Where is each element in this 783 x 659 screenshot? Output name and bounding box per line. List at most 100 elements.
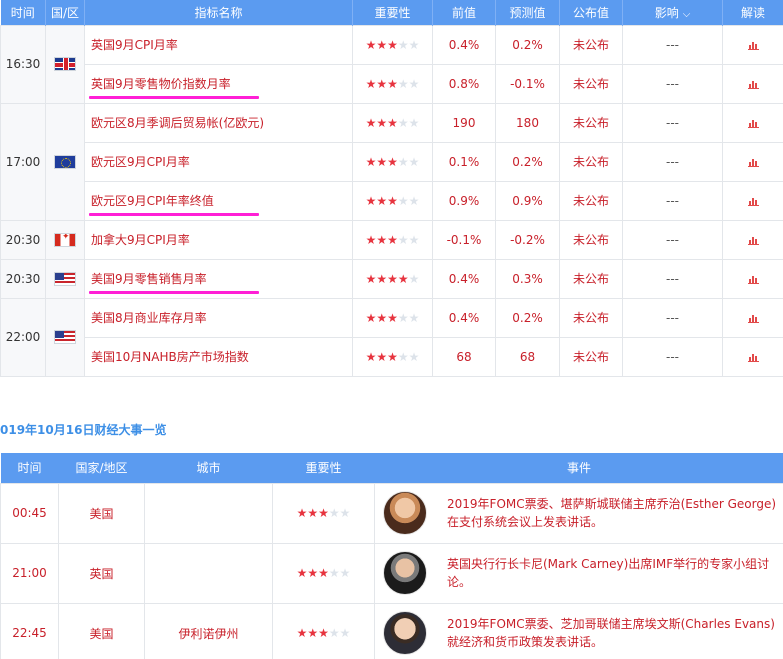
previous-value: 190 [432, 102, 496, 143]
previous-value: 0.9% [432, 180, 496, 221]
bar-chart-icon[interactable] [747, 274, 759, 284]
event-text[interactable]: 英国央行行长卡尼(Mark Carney)出席IMF举行的专家小组讨论。 [447, 555, 783, 591]
forecast-value: 0.2% [495, 24, 560, 65]
header-forecast: 预测值 [495, 0, 560, 25]
indicator-name[interactable]: 英国9月零售物价指数月率 [91, 77, 231, 91]
event-text[interactable]: 2019年FOMC票委、堪萨斯城联储主席乔治(Esther George)在支付… [447, 495, 783, 531]
star-empty-icon: ★ [408, 193, 420, 208]
star-filled-icon: ★ [376, 310, 388, 325]
indicator-name-cell[interactable]: 欧元区9月CPI年率终值 [84, 180, 353, 221]
indicator-name-cell[interactable]: 英国9月零售物价指数月率 [84, 63, 353, 104]
indicator-row: 欧元区9月CPI年率终值 ★★★★★ 0.9% 0.9% 未公布 --- [1, 180, 783, 221]
star-empty-icon: ★ [397, 349, 409, 364]
star-filled-icon: ★ [387, 310, 398, 325]
indicator-name-cell[interactable]: 加拿大9月CPI月率 [84, 219, 353, 260]
event-time: 21:00 [0, 542, 59, 604]
analysis-cell [722, 219, 783, 260]
indicator-name[interactable]: 美国10月NAHB房产市场指数 [91, 350, 249, 364]
event-importance: ★★★★★ [272, 602, 375, 659]
actual-value: 未公布 [559, 258, 623, 299]
indicator-row: 英国9月零售物价指数月率 ★★★★★ 0.8% -0.1% 未公布 --- [1, 63, 783, 104]
star-empty-icon: ★ [408, 310, 420, 325]
indicator-row: 美国10月NAHB房产市场指数 ★★★★★ 68 68 未公布 --- [1, 336, 783, 377]
region-flag-cell [45, 258, 85, 299]
previous-value: -0.1% [432, 219, 496, 260]
bar-chart-icon[interactable] [747, 235, 759, 245]
indicator-name-cell[interactable]: 美国9月零售销售月率 [84, 258, 353, 299]
header-indicator-name: 指标名称 [84, 0, 353, 25]
star-filled-icon: ★ [307, 566, 319, 580]
star-empty-icon: ★ [397, 76, 409, 91]
event-country: 美国 [58, 482, 145, 544]
star-filled-icon: ★ [318, 626, 329, 640]
indicator-name-cell[interactable]: 美国10月NAHB房产市场指数 [84, 336, 353, 377]
star-filled-icon: ★ [318, 506, 329, 520]
star-filled-icon: ★ [296, 566, 308, 580]
star-empty-icon: ★ [328, 566, 340, 580]
star-filled-icon: ★ [387, 115, 398, 130]
importance-cell: ★★★★★ [352, 141, 433, 182]
star-filled-icon: ★ [387, 193, 398, 208]
indicator-name[interactable]: 美国8月商业库存月率 [91, 311, 207, 325]
star-filled-icon: ★ [376, 115, 388, 130]
star-filled-icon: ★ [387, 37, 398, 52]
bar-chart-icon[interactable] [747, 196, 759, 206]
importance-stars: ★★★★★ [366, 311, 420, 325]
previous-value: 0.4% [432, 24, 496, 65]
bar-chart-icon[interactable] [747, 118, 759, 128]
bar-chart-icon[interactable] [747, 40, 759, 50]
indicator-name[interactable]: 欧元区9月CPI月率 [91, 155, 190, 169]
forecast-value: -0.1% [495, 63, 560, 104]
importance-cell: ★★★★★ [352, 63, 433, 104]
star-filled-icon: ★ [376, 154, 388, 169]
star-filled-icon: ★ [387, 349, 398, 364]
forecast-value: 0.3% [495, 258, 560, 299]
star-filled-icon: ★ [365, 193, 377, 208]
bar-chart-icon[interactable] [747, 313, 759, 323]
importance-stars: ★★★★★ [366, 350, 420, 364]
calendar-header-row: 时间 国/区 指标名称 重要性 前值 预测值 公布值 影响 ⌵ 解读 [0, 0, 783, 25]
release-time: 20:30 [0, 258, 46, 299]
indicator-name-cell[interactable]: 欧元区9月CPI月率 [84, 141, 353, 182]
indicator-name-cell[interactable]: 英国9月CPI月率 [84, 24, 353, 65]
event-content: 2019年FOMC票委、堪萨斯城联储主席乔治(Esther George)在支付… [383, 491, 783, 535]
analysis-cell [722, 63, 783, 104]
event-text[interactable]: 2019年FOMC票委、芝加哥联储主席埃文斯(Charles Evans)就经济… [447, 615, 783, 651]
eu-flag-icon [54, 154, 76, 169]
indicator-name-cell[interactable]: 美国8月商业库存月率 [84, 297, 353, 338]
bar-chart-icon[interactable] [747, 352, 759, 362]
us-flag-icon [54, 271, 76, 286]
event-description-cell: 2019年FOMC票委、堪萨斯城联储主席乔治(Esther George)在支付… [374, 482, 783, 544]
uk-flag-icon [54, 57, 76, 72]
indicator-name[interactable]: 欧元区8月季调后贸易帐(亿欧元) [91, 116, 264, 130]
indicator-name[interactable]: 美国9月零售销售月率 [91, 272, 207, 286]
indicator-name[interactable]: 加拿大9月CPI月率 [91, 233, 190, 247]
analysis-cell [722, 258, 783, 299]
analysis-cell [722, 180, 783, 221]
indicator-name[interactable]: 欧元区9月CPI年率终值 [91, 194, 214, 208]
release-time: 22:00 [0, 297, 46, 377]
header-impact-dropdown[interactable]: 影响 ⌵ [622, 0, 723, 25]
indicator-row: 20:30 美国9月零售销售月率 ★★★★★ 0.4% 0.3% 未公布 --- [0, 258, 783, 299]
events-header-event: 事件 [374, 453, 783, 483]
star-filled-icon: ★ [296, 626, 308, 640]
analysis-cell [722, 141, 783, 182]
impact-value: --- [622, 102, 723, 143]
events-section-title: 019年10月16日财经大事一览 [0, 423, 167, 437]
bar-chart-icon[interactable] [747, 157, 759, 167]
person-avatar-3 [383, 611, 427, 655]
indicator-name-cell[interactable]: 欧元区8月季调后贸易帐(亿欧元) [84, 102, 353, 143]
us-flag-icon [54, 330, 76, 345]
importance-cell: ★★★★★ [352, 219, 433, 260]
actual-value: 未公布 [559, 24, 623, 65]
importance-stars: ★★★★★ [366, 116, 420, 130]
star-filled-icon: ★ [376, 232, 388, 247]
release-time: 17:00 [0, 102, 46, 221]
importance-stars: ★★★★★ [297, 566, 351, 580]
header-analysis: 解读 [722, 0, 783, 25]
bar-chart-icon[interactable] [747, 79, 759, 89]
indicator-name[interactable]: 英国9月CPI月率 [91, 38, 178, 52]
forecast-value: 180 [495, 102, 560, 143]
impact-value: --- [622, 258, 723, 299]
star-filled-icon: ★ [397, 271, 409, 286]
